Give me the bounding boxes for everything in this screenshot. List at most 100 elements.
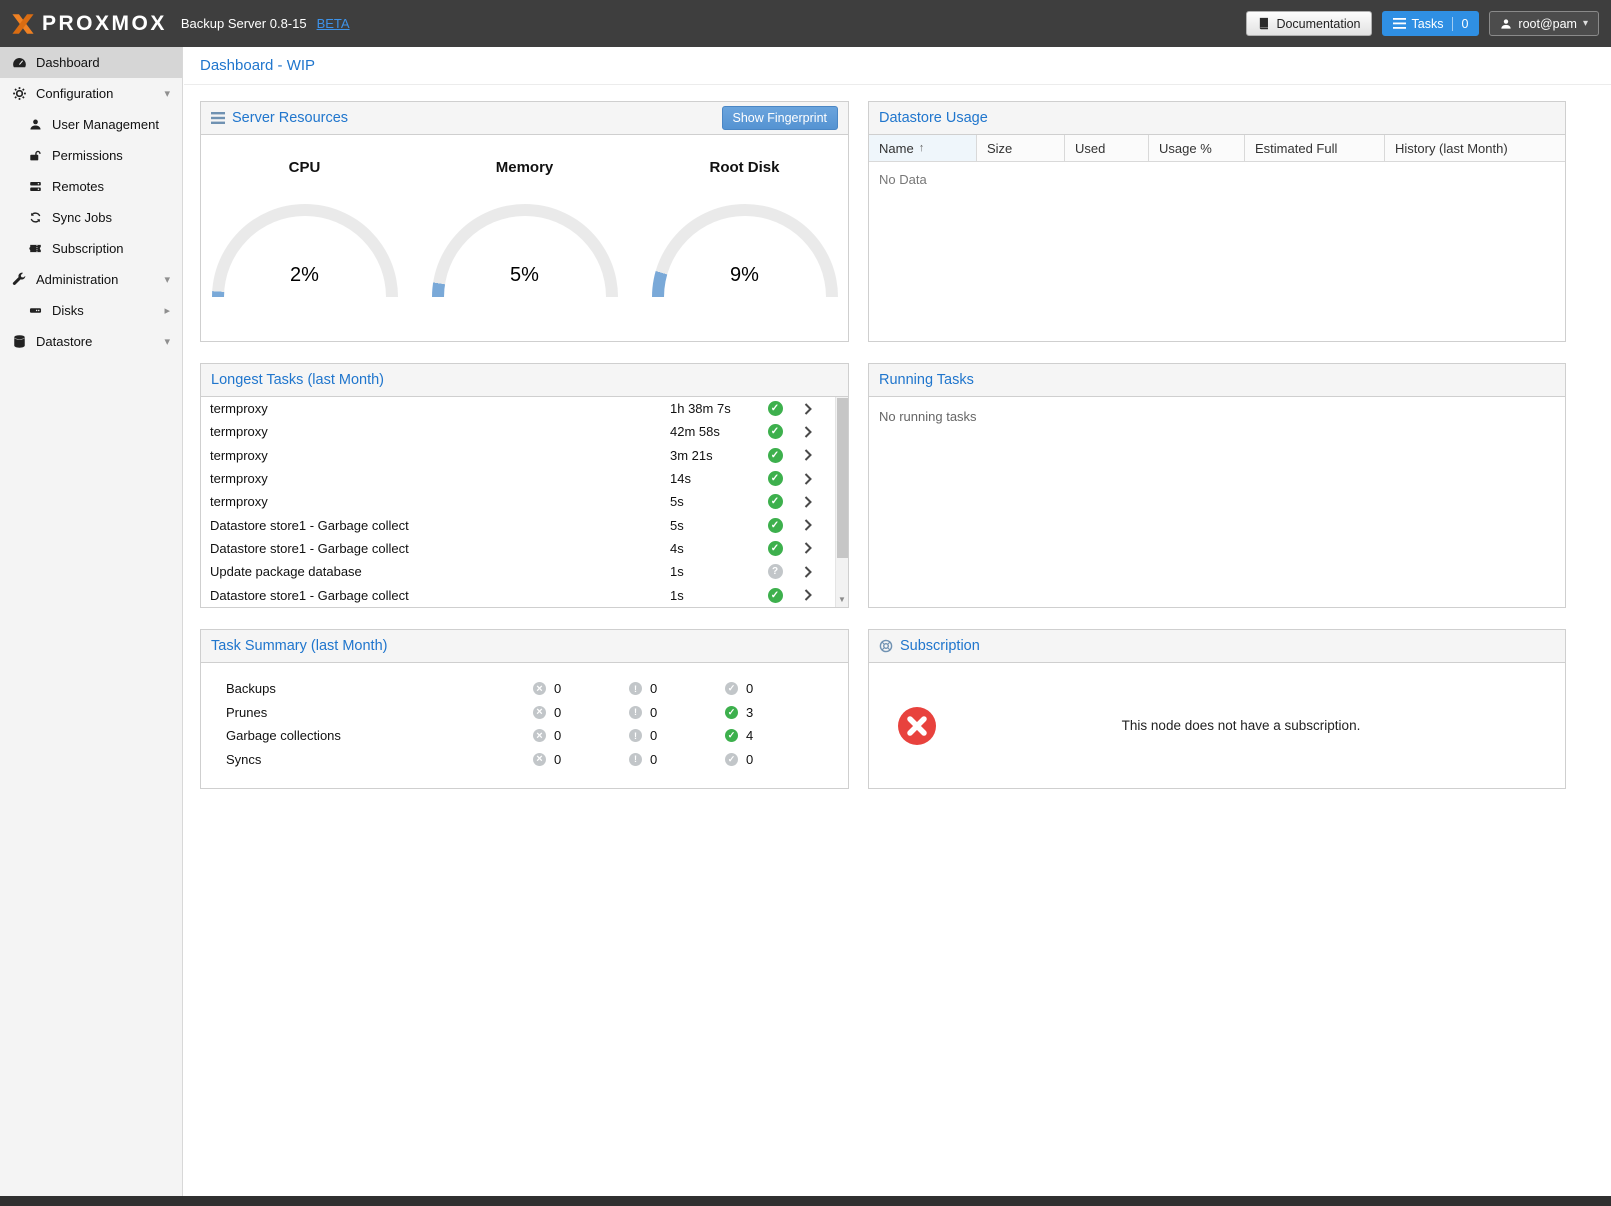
chevron-right-icon[interactable] bbox=[789, 496, 827, 508]
gauge-value: 5% bbox=[432, 264, 618, 287]
sidebar-item-user-management[interactable]: User Management bbox=[0, 109, 182, 140]
subscription-panel: Subscription This node does not have a s… bbox=[868, 629, 1566, 789]
datastore-usage-header: Datastore Usage bbox=[869, 102, 1565, 135]
task-duration: 1s bbox=[661, 564, 761, 579]
column-header-history[interactable]: History (last Month) bbox=[1385, 135, 1565, 161]
wrench-icon bbox=[11, 272, 27, 287]
sidebar-item-sync-jobs[interactable]: Sync Jobs bbox=[0, 202, 182, 233]
ok-count: 0 bbox=[746, 681, 753, 696]
task-row[interactable]: termproxy 14s bbox=[201, 467, 834, 490]
chevron-right-icon[interactable] bbox=[789, 566, 827, 578]
user-menu-button[interactable]: root@pam ▾ bbox=[1489, 11, 1599, 36]
summary-row-garbage-collections: Garbage collections 0 0 4 bbox=[201, 724, 848, 748]
summary-row-syncs: Syncs 0 0 0 bbox=[201, 748, 848, 772]
longest-tasks-panel: Longest Tasks (last Month) termproxy 1h … bbox=[200, 363, 849, 608]
running-tasks-header: Running Tasks bbox=[869, 364, 1565, 397]
task-row[interactable]: termproxy 3m 21s bbox=[201, 444, 834, 467]
page-title: Dashboard - WIP bbox=[200, 57, 315, 74]
running-tasks-panel: Running Tasks No running tasks bbox=[868, 363, 1566, 608]
memory-gauge: Memory 5% bbox=[423, 159, 626, 341]
column-header-name[interactable]: Name ↑ bbox=[869, 135, 977, 161]
cpu-gauge: CPU 2% bbox=[203, 159, 406, 341]
sidebar-item-label: User Management bbox=[52, 117, 159, 132]
cpu-gauge-arc: 2% bbox=[212, 204, 398, 300]
main-area: Dashboard - WIP Server Resources Show Fi… bbox=[184, 47, 1611, 1196]
scrollbar[interactable]: ▼ bbox=[835, 397, 848, 607]
scrollbar-thumb[interactable] bbox=[837, 398, 848, 558]
task-row[interactable]: Datastore store1 - Garbage collect 5s bbox=[201, 513, 834, 536]
column-label: Size bbox=[987, 141, 1012, 156]
error-count: 0 bbox=[554, 705, 561, 720]
error-count: 0 bbox=[554, 728, 561, 743]
column-header-size[interactable]: Size bbox=[977, 135, 1065, 161]
summary-row-prunes: Prunes 0 0 3 bbox=[201, 701, 848, 725]
sidebar-item-dashboard[interactable]: Dashboard bbox=[0, 47, 182, 78]
panel-title: Running Tasks bbox=[879, 372, 974, 388]
warning-count-icon bbox=[629, 706, 642, 719]
summary-label: Syncs bbox=[201, 752, 533, 767]
show-fingerprint-button[interactable]: Show Fingerprint bbox=[722, 106, 839, 130]
documentation-button[interactable]: Documentation bbox=[1246, 11, 1371, 36]
page-title-bar: Dashboard - WIP bbox=[184, 47, 1611, 85]
panel-title: Datastore Usage bbox=[879, 110, 988, 126]
chevron-right-icon[interactable] bbox=[789, 426, 827, 438]
sidebar-item-administration[interactable]: Administration ▾ bbox=[0, 264, 182, 295]
status-icon bbox=[768, 424, 783, 439]
chevron-down-icon[interactable]: ▾ bbox=[164, 335, 174, 348]
column-label: Used bbox=[1075, 141, 1105, 156]
task-row[interactable]: Datastore store1 - Garbage collect 1s bbox=[201, 583, 834, 606]
server-resources-header: Server Resources Show Fingerprint bbox=[201, 102, 848, 135]
task-row[interactable]: termproxy 5s bbox=[201, 490, 834, 513]
sidebar-item-subscription[interactable]: Subscription bbox=[0, 233, 182, 264]
chevron-down-icon[interactable]: ▾ bbox=[164, 273, 174, 286]
chevron-right-icon[interactable] bbox=[789, 403, 827, 415]
status-icon bbox=[768, 518, 783, 533]
ok-count-icon bbox=[725, 753, 738, 766]
sidebar-item-disks[interactable]: Disks ▸ bbox=[0, 295, 182, 326]
tasks-button[interactable]: Tasks 0 bbox=[1382, 11, 1480, 36]
status-icon bbox=[768, 564, 783, 579]
chevron-down-icon[interactable]: ▾ bbox=[164, 87, 174, 100]
task-name: termproxy bbox=[201, 401, 661, 416]
sidebar-item-permissions[interactable]: Permissions bbox=[0, 140, 182, 171]
sidebar-item-label: Sync Jobs bbox=[52, 210, 112, 225]
column-header-usage-pct[interactable]: Usage % bbox=[1149, 135, 1245, 161]
no-data-text: No Data bbox=[869, 162, 1565, 197]
chevron-right-icon[interactable] bbox=[789, 449, 827, 461]
sidebar-item-datastore[interactable]: Datastore ▾ bbox=[0, 326, 182, 357]
sidebar-item-configuration[interactable]: Configuration ▾ bbox=[0, 78, 182, 109]
chevron-right-icon[interactable] bbox=[789, 589, 827, 601]
bottom-bar bbox=[0, 1196, 1611, 1206]
column-header-used[interactable]: Used bbox=[1065, 135, 1149, 161]
no-running-tasks-text: No running tasks bbox=[869, 397, 1565, 436]
documentation-label: Documentation bbox=[1276, 17, 1360, 31]
task-row[interactable]: termproxy 42m 58s bbox=[201, 420, 834, 443]
chevron-right-icon[interactable]: ▸ bbox=[164, 304, 174, 317]
column-header-estimated-full[interactable]: Estimated Full bbox=[1245, 135, 1385, 161]
gears-icon bbox=[11, 86, 27, 101]
user-label: root@pam bbox=[1518, 17, 1577, 31]
column-label: Name bbox=[879, 141, 914, 156]
warning-count-icon bbox=[629, 682, 642, 695]
user-icon bbox=[1500, 18, 1512, 30]
task-row[interactable]: Update package database 1s bbox=[201, 560, 834, 583]
task-duration: 1h 38m 7s bbox=[661, 401, 761, 416]
ok-count-icon bbox=[725, 706, 738, 719]
chevron-right-icon[interactable] bbox=[789, 473, 827, 485]
chevron-right-icon[interactable] bbox=[789, 519, 827, 531]
status-icon bbox=[768, 471, 783, 486]
sidebar-item-label: Administration bbox=[36, 272, 118, 287]
summary-row-backups: Backups 0 0 0 bbox=[201, 677, 848, 701]
scrollbar-down-arrow[interactable]: ▼ bbox=[836, 593, 848, 606]
panel-title: Subscription bbox=[900, 638, 980, 654]
chevron-right-icon[interactable] bbox=[789, 542, 827, 554]
task-row[interactable]: Datastore store1 - Garbage collect 4s bbox=[201, 537, 834, 560]
sidebar-item-label: Permissions bbox=[52, 148, 123, 163]
ticket-icon bbox=[27, 242, 43, 255]
user-icon bbox=[27, 118, 43, 131]
sidebar-item-remotes[interactable]: Remotes bbox=[0, 171, 182, 202]
task-duration: 5s bbox=[661, 494, 761, 509]
beta-link[interactable]: BETA bbox=[317, 16, 350, 31]
server-resources-panel: Server Resources Show Fingerprint CPU 2%… bbox=[200, 101, 849, 342]
task-row[interactable]: termproxy 1h 38m 7s bbox=[201, 397, 834, 420]
